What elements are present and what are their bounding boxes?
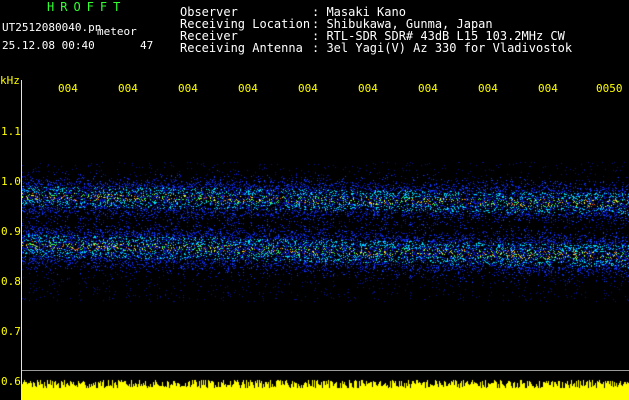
- frequency-unit-label: kHz: [0, 74, 20, 87]
- freq-tick-label: 0.7: [1, 325, 21, 338]
- freq-tick-label: 1.0: [1, 175, 21, 188]
- detection-tag: meteor: [97, 25, 137, 38]
- spectrogram-waterfall: [22, 100, 629, 400]
- time-tick-label: 004: [298, 82, 318, 95]
- time-tick-label: 004: [238, 82, 258, 95]
- time-tick-label: 004: [58, 82, 78, 95]
- freq-tick-label: 0.8: [1, 275, 21, 288]
- capture-datetime: 25.12.08 00:40: [2, 39, 95, 52]
- time-tick-label: 004: [418, 82, 438, 95]
- time-tick-label: 004: [358, 82, 378, 95]
- info-antenna-label: Receiving Antenna: [180, 41, 303, 55]
- time-tick-label: 004: [118, 82, 138, 95]
- noise-floor-line: [22, 370, 629, 371]
- info-antenna-value: : 3el Yagi(V) Az 330 for Vladivostok: [312, 41, 573, 55]
- freq-tick-label: 0.6: [1, 375, 21, 388]
- brand-title: HROFFT: [47, 0, 127, 14]
- time-tick-label: 004: [178, 82, 198, 95]
- time-tick-label: 004: [538, 82, 558, 95]
- echo-count: 47: [140, 39, 154, 52]
- time-tick-label: 004: [478, 82, 498, 95]
- freq-tick-label: 0.9: [1, 225, 21, 238]
- freq-tick-label: 1.1: [1, 125, 21, 138]
- time-tick-label: 0050: [596, 82, 623, 95]
- file-name: UT2512080040.pn: [2, 21, 102, 34]
